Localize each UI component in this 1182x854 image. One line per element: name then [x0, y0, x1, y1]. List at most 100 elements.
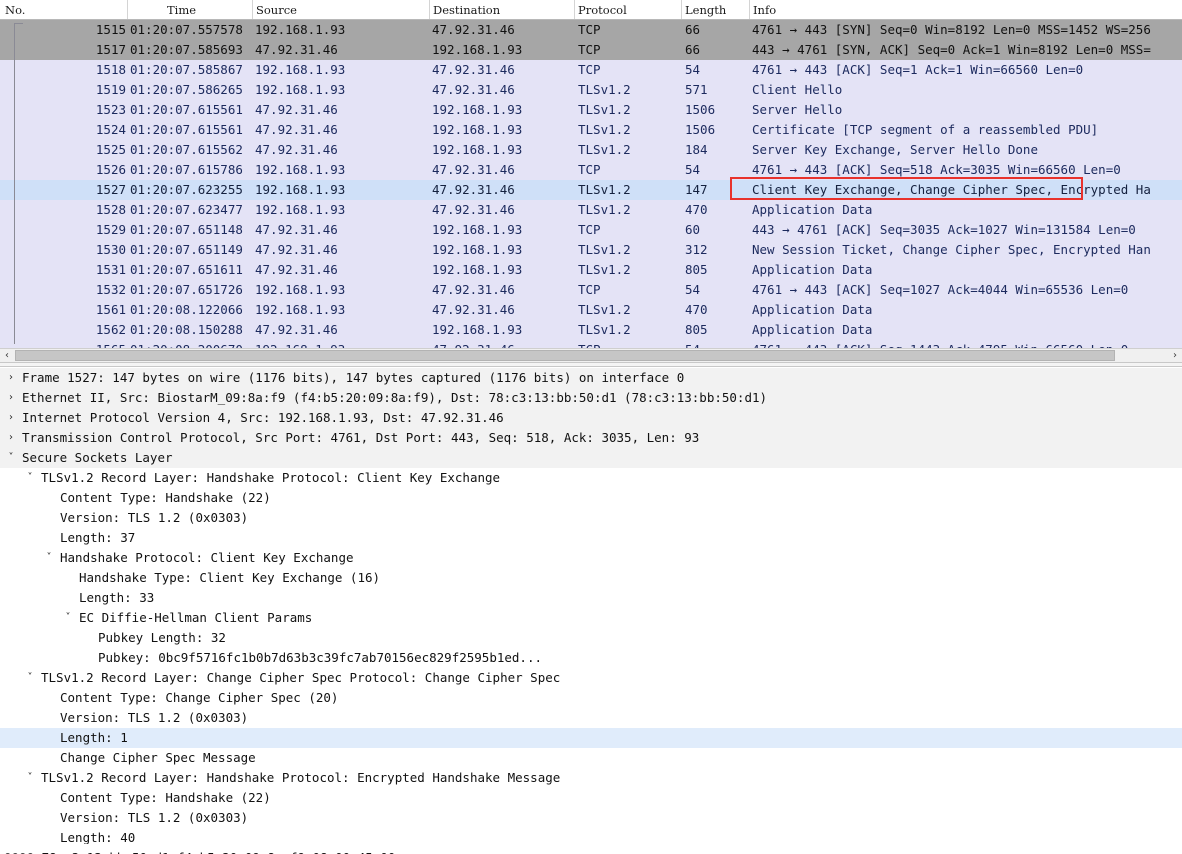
column-header-protocol[interactable]: Protocol: [578, 3, 627, 20]
packet-source: 47.92.31.46: [255, 322, 338, 337]
column-divider-protocol-length[interactable]: [681, 0, 682, 19]
packet-detail-pane[interactable]: › Frame 1527: 147 bytes on wire (1176 bit…: [0, 368, 1182, 844]
detail-tree-item[interactable]: Content Type: Handshake (22): [0, 488, 1182, 508]
detail-tree-item[interactable]: ˅ TLSv1.2 Record Layer: Change Cipher Spe…: [0, 668, 1182, 688]
detail-tree-item[interactable]: › Ethernet II, Src: BiostarM_09:8a:f9 (f4…: [0, 388, 1182, 408]
chevron-down-icon[interactable]: ˅: [42, 548, 56, 568]
detail-tree-item[interactable]: › Internet Protocol Version 4, Src: 192.1…: [0, 408, 1182, 428]
column-header-destination[interactable]: Destination: [433, 3, 500, 20]
packet-row[interactable]: 1524 01:20:07.615561 47.92.31.46 192.168.1.…: [0, 120, 1182, 140]
packet-row[interactable]: 1561 01:20:08.122066 192.168.1.93 47.92.31.…: [0, 300, 1182, 320]
column-divider-length-info[interactable]: [749, 0, 750, 19]
detail-tree-label: TLSv1.2 Record Layer: Handshake Protocol…: [41, 770, 561, 785]
column-header-source[interactable]: Source: [256, 3, 297, 20]
packet-protocol: TLSv1.2: [578, 202, 631, 217]
detail-tree-item[interactable]: Version: TLS 1.2 (0x0303): [0, 808, 1182, 828]
detail-tree-item[interactable]: ˅ Handshake Protocol: Client Key Exchange: [0, 548, 1182, 568]
packet-info: Certificate [TCP segment of a reassemble…: [752, 122, 1099, 137]
chevron-down-icon[interactable]: ˅: [23, 668, 37, 688]
packet-row[interactable]: 1526 01:20:07.615786 192.168.1.93 47.92.31.…: [0, 160, 1182, 180]
column-header-no[interactable]: No.: [5, 3, 25, 20]
chevron-down-icon[interactable]: ˅: [4, 448, 18, 468]
packet-time: 01:20:07.615562: [130, 142, 243, 157]
scroll-right-arrow-icon[interactable]: ›: [1168, 349, 1182, 362]
packet-row[interactable]: 1527 01:20:07.623255 192.168.1.93 47.92.31.…: [0, 180, 1182, 200]
hex-dump-row: 0000 78 c3 13 bb 50 d1 f4 b5 20 09 8a f9…: [0, 848, 1182, 854]
column-divider-no-time[interactable]: [127, 0, 128, 19]
packet-length: 1506: [685, 102, 716, 117]
packet-protocol: TLSv1.2: [578, 322, 631, 337]
packet-row[interactable]: 1531 01:20:07.651611 47.92.31.46 192.168.1.…: [0, 260, 1182, 280]
column-divider-source-dest[interactable]: [429, 0, 430, 19]
chevron-right-icon[interactable]: ›: [4, 388, 18, 408]
packet-no: 1565: [22, 340, 126, 348]
packet-info: 443 → 4761 [ACK] Seq=3035 Ack=1027 Win=1…: [752, 222, 1136, 237]
packet-row[interactable]: 1518 01:20:07.585867 192.168.1.93 47.92.31.…: [0, 60, 1182, 80]
detail-tree-item[interactable]: ˅ Secure Sockets Layer: [0, 448, 1182, 468]
packet-row[interactable]: 1519 01:20:07.586265 192.168.1.93 47.92.31.…: [0, 80, 1182, 100]
packet-source: 47.92.31.46: [255, 242, 338, 257]
chevron-down-icon[interactable]: ˅: [23, 468, 37, 488]
packet-source: 192.168.1.93: [255, 82, 346, 97]
detail-tree-item[interactable]: ˅ TLSv1.2 Record Layer: Handshake Protoco…: [0, 768, 1182, 788]
packet-time: 01:20:07.585867: [130, 62, 243, 77]
packet-protocol: TCP: [578, 162, 601, 177]
column-divider-time-source[interactable]: [252, 0, 253, 19]
detail-tree-item[interactable]: Length: 33: [0, 588, 1182, 608]
detail-tree-item[interactable]: Length: 40: [0, 828, 1182, 844]
detail-tree-item[interactable]: Handshake Type: Client Key Exchange (16): [0, 568, 1182, 588]
packet-length: 184: [685, 142, 708, 157]
column-header-info[interactable]: Info: [753, 3, 776, 20]
packet-row[interactable]: 1529 01:20:07.651148 47.92.31.46 192.168.1.…: [0, 220, 1182, 240]
packet-row[interactable]: 1525 01:20:07.615562 47.92.31.46 192.168.1.…: [0, 140, 1182, 160]
packet-info: Application Data: [752, 262, 873, 277]
packet-row[interactable]: 1562 01:20:08.150288 47.92.31.46 192.168.1.…: [0, 320, 1182, 340]
detail-tree-item[interactable]: Version: TLS 1.2 (0x0303): [0, 508, 1182, 528]
column-header-length[interactable]: Length: [685, 3, 726, 20]
pane-divider-list-detail[interactable]: [0, 362, 1182, 367]
detail-tree-item[interactable]: Change Cipher Spec Message: [0, 748, 1182, 768]
column-divider-dest-protocol[interactable]: [574, 0, 575, 19]
packet-info: 4761 → 443 [ACK] Seq=518 Ack=3035 Win=66…: [752, 162, 1121, 177]
detail-tree-item[interactable]: Content Type: Handshake (22): [0, 788, 1182, 808]
chevron-right-icon[interactable]: ›: [4, 428, 18, 448]
detail-tree-item[interactable]: ˅ TLSv1.2 Record Layer: Handshake Protoco…: [0, 468, 1182, 488]
chevron-down-icon[interactable]: ˅: [61, 608, 75, 628]
detail-tree-item[interactable]: Content Type: Change Cipher Spec (20): [0, 688, 1182, 708]
detail-tree-item[interactable]: Pubkey Length: 32: [0, 628, 1182, 648]
packet-bytes-pane[interactable]: 0000 78 c3 13 bb 50 d1 f4 b5 20 09 8a f9…: [0, 848, 1182, 854]
column-header-time[interactable]: Time: [167, 3, 196, 20]
scrollbar-thumb[interactable]: [15, 350, 1115, 361]
packet-protocol: TCP: [578, 340, 601, 348]
detail-tree-label: Change Cipher Spec Message: [60, 750, 256, 765]
packet-list-horizontal-scrollbar[interactable]: ‹ ›: [0, 348, 1182, 362]
packet-no: 1529: [95, 222, 126, 237]
detail-tree-item[interactable]: › Frame 1527: 147 bytes on wire (1176 bit…: [0, 368, 1182, 388]
detail-tree-item[interactable]: › Transmission Control Protocol, Src Port…: [0, 428, 1182, 448]
packet-row[interactable]: 1530 01:20:07.651149 47.92.31.46 192.168.1.…: [0, 240, 1182, 260]
packet-row[interactable]: 1565 01:20:08.200670 192.168.1.93 47.92.31.…: [0, 340, 1182, 348]
detail-tree-item[interactable]: Pubkey: 0bc9f5716fc1b0b7d63b3c39fc7ab701…: [0, 648, 1182, 668]
packet-row[interactable]: 1523 01:20:07.615561 47.92.31.46 192.168.1.…: [0, 100, 1182, 120]
packet-source: 47.92.31.46: [255, 122, 338, 137]
detail-tree-item[interactable]: Length: 1: [0, 728, 1182, 748]
detail-tree-item[interactable]: ˅ EC Diffie-Hellman Client Params: [0, 608, 1182, 628]
detail-tree-item[interactable]: Length: 37: [0, 528, 1182, 548]
packet-list-header[interactable]: No. Time Source Destination Protocol Len…: [0, 0, 1182, 20]
packet-list-rows[interactable]: 1515 01:20:07.557578 192.168.1.93 47.92.31.…: [0, 20, 1182, 348]
packet-row[interactable]: 1528 01:20:07.623477 192.168.1.93 47.92.31.…: [0, 200, 1182, 220]
packet-row[interactable]: 1517 01:20:07.585693 47.92.31.46 192.168.1.…: [0, 40, 1182, 60]
packet-row[interactable]: 1515 01:20:07.557578 192.168.1.93 47.92.31.…: [0, 20, 1182, 40]
packet-info: Server Hello: [752, 102, 843, 117]
chevron-down-icon[interactable]: ˅: [23, 768, 37, 788]
detail-tree-label: TLSv1.2 Record Layer: Handshake Protocol…: [41, 470, 501, 485]
packet-source: 192.168.1.93: [255, 182, 346, 197]
packet-source: 192.168.1.93: [255, 22, 346, 37]
packet-list-pane[interactable]: No. Time Source Destination Protocol Len…: [0, 0, 1182, 350]
packet-no: 1527: [95, 182, 126, 197]
scroll-left-arrow-icon[interactable]: ‹: [0, 349, 14, 362]
chevron-right-icon[interactable]: ›: [4, 408, 18, 428]
detail-tree-item[interactable]: Version: TLS 1.2 (0x0303): [0, 708, 1182, 728]
chevron-right-icon[interactable]: ›: [4, 368, 18, 388]
packet-row[interactable]: 1532 01:20:07.651726 192.168.1.93 47.92.31.…: [0, 280, 1182, 300]
